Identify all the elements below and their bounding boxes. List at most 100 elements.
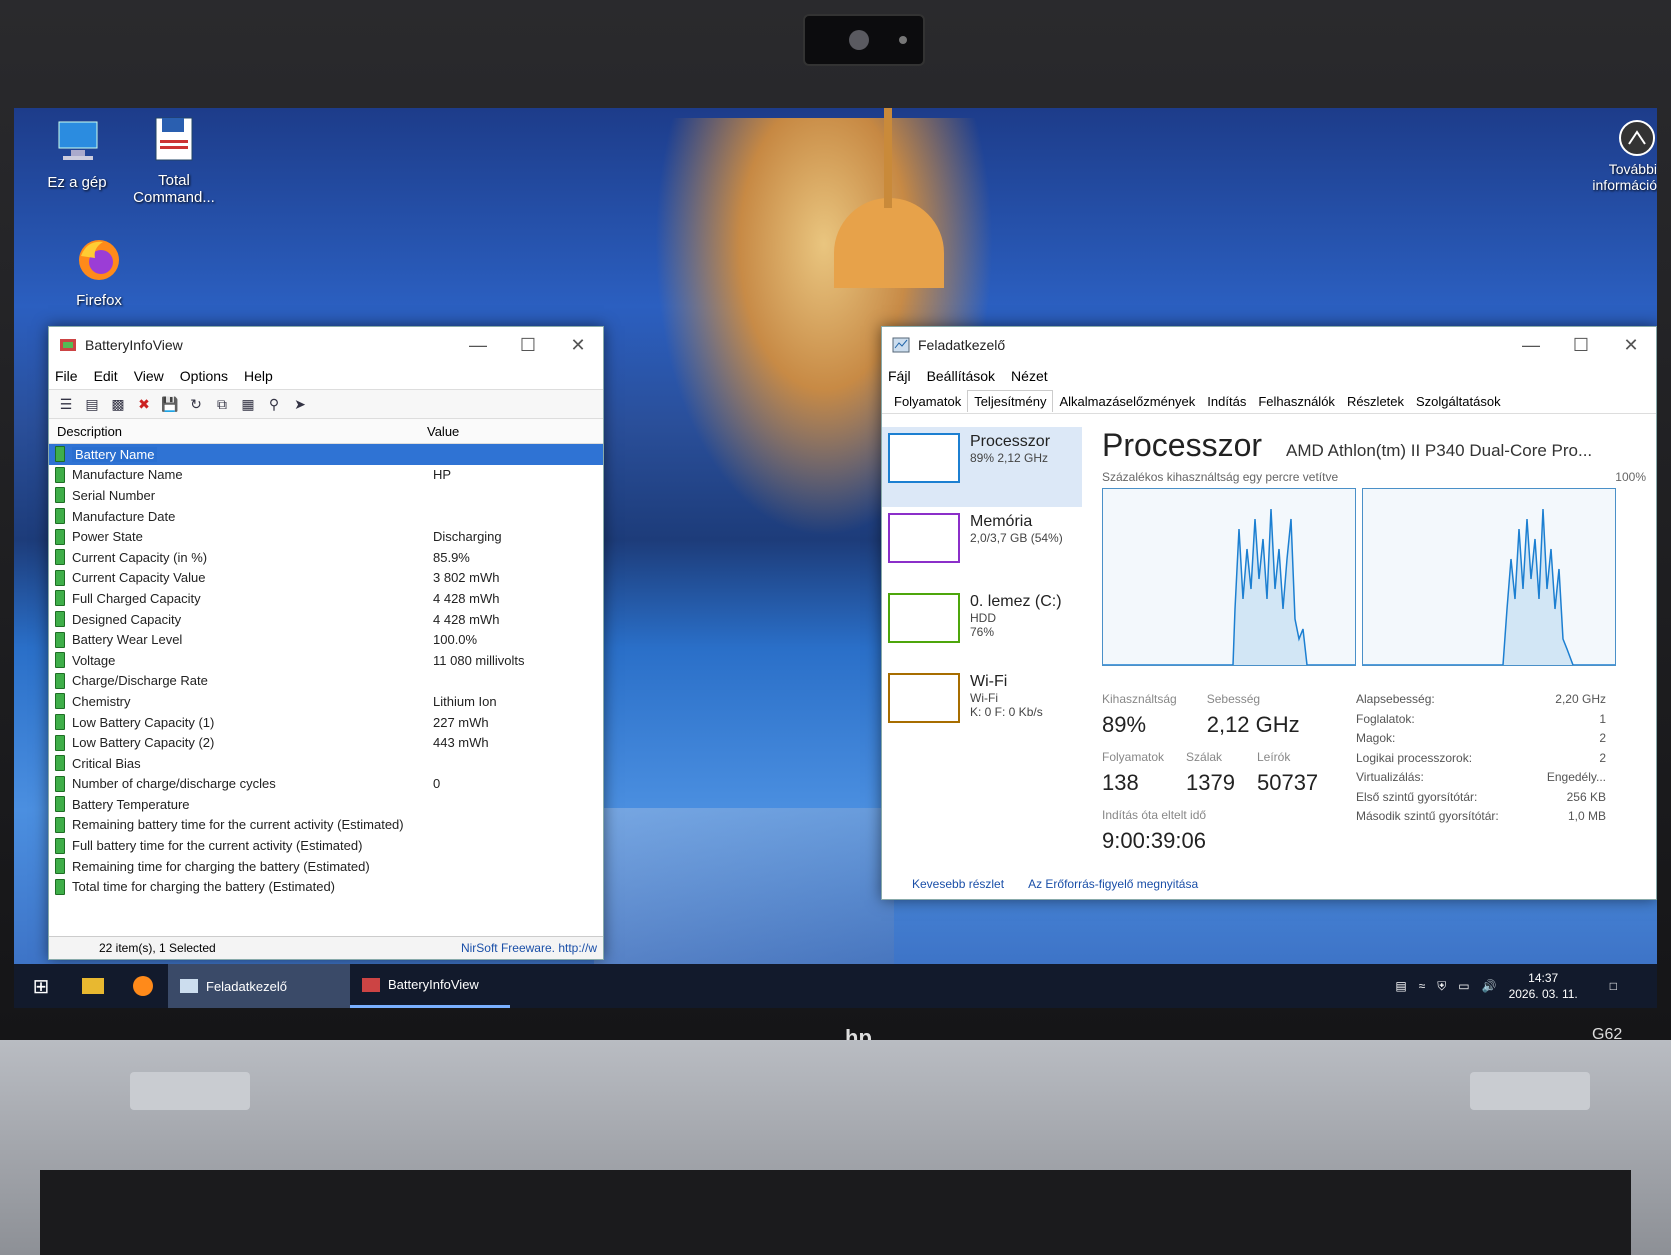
menubar: File Edit View Options Help xyxy=(49,363,603,389)
menu-file[interactable]: Fájl xyxy=(888,368,911,384)
webcam xyxy=(803,14,925,66)
file-explorer-button[interactable] xyxy=(68,964,118,1008)
battery-row[interactable]: Battery Wear Level 100.0% xyxy=(49,629,603,650)
sidebar-sub: Wi-Fi xyxy=(970,691,998,705)
battery-info-icon[interactable]: ▩ xyxy=(109,395,127,413)
tab-services[interactable]: Szolgáltatások xyxy=(1410,391,1507,412)
battery-row[interactable]: Designed Capacity 4 428 mWh xyxy=(49,609,603,630)
battery-row[interactable]: Full battery time for the current activi… xyxy=(49,835,603,856)
delete-icon[interactable]: ✖ xyxy=(135,395,153,413)
taskbar-item-task-manager[interactable]: Feladatkezelő xyxy=(168,964,350,1008)
sidebar-item-memory[interactable]: Memória 2,0/3,7 GB (54%) xyxy=(882,507,1082,587)
exit-icon[interactable]: ➤ xyxy=(291,395,309,413)
battery-row[interactable]: Low Battery Capacity (2) 443 mWh xyxy=(49,732,603,753)
sidebar-item-wifi[interactable]: Wi-Fi Wi-Fi K: 0 F: 0 Kb/s xyxy=(882,667,1082,747)
menu-settings[interactable]: Beállítások xyxy=(927,368,995,384)
battery-row[interactable]: Power State Discharging xyxy=(49,526,603,547)
refresh-icon[interactable]: ↻ xyxy=(187,395,205,413)
battery-row[interactable]: Number of charge/discharge cycles 0 xyxy=(49,774,603,795)
battery-row[interactable]: Current Capacity Value 3 802 mWh xyxy=(49,568,603,589)
firefox-taskbar-button[interactable] xyxy=(118,964,168,1008)
battery-row[interactable]: Remaining time for charging the battery … xyxy=(49,856,603,877)
battery-row[interactable]: Chemistry Lithium Ion xyxy=(49,691,603,712)
tab-performance[interactable]: Teljesítmény xyxy=(967,390,1054,412)
battery-row[interactable]: Total time for charging the battery (Est… xyxy=(49,876,603,897)
resource-monitor-link[interactable]: Az Erőforrás-figyelő megnyitása xyxy=(1028,877,1198,891)
close-button[interactable]: ✕ xyxy=(553,335,603,356)
tab-strip: Folyamatok Teljesítmény Alkalmazáselőzmé… xyxy=(882,389,1656,414)
sidebar-name: Wi-Fi xyxy=(970,673,1008,690)
detail-value: 2,20 GHz xyxy=(1555,692,1606,706)
volume-icon[interactable]: 🔊 xyxy=(1482,979,1497,993)
row-description: Manufacture Date xyxy=(72,508,176,524)
taskbar-item-batteryinfoview[interactable]: BatteryInfoView xyxy=(350,964,510,1008)
battery-row[interactable]: Manufacture Date xyxy=(49,506,603,527)
battery-row[interactable]: Full Charged Capacity 4 428 mWh xyxy=(49,588,603,609)
menu-edit[interactable]: Edit xyxy=(94,368,118,384)
battery-row[interactable]: Battery Name xyxy=(49,444,603,465)
maximize-button[interactable]: ☐ xyxy=(503,335,553,356)
menu-view[interactable]: View xyxy=(134,368,164,384)
security-shield-icon[interactable]: ⛨ xyxy=(1437,979,1446,994)
desktop-icon-firefox[interactable]: Firefox xyxy=(54,236,144,309)
maximize-button[interactable]: ☐ xyxy=(1556,335,1606,356)
disk-mini-graph xyxy=(888,593,960,643)
battery-row[interactable]: Manufacture Name HP xyxy=(49,465,603,486)
sidebar-item-cpu[interactable]: Processzor 89% 2,12 GHz xyxy=(882,427,1082,507)
battery-row[interactable]: Critical Bias xyxy=(49,753,603,774)
wifi-icon[interactable]: ≈ xyxy=(1419,979,1426,993)
battery-row[interactable]: Current Capacity (in %) 85.9% xyxy=(49,547,603,568)
battery-row[interactable]: Battery Temperature xyxy=(49,794,603,815)
sidebar-item-disk[interactable]: 0. lemez (C:) HDD 76% xyxy=(882,587,1082,667)
clock[interactable]: 14:37 2026. 03. 11. xyxy=(1509,970,1578,1002)
tab-processes[interactable]: Folyamatok xyxy=(888,391,967,412)
fewer-details-link[interactable]: Kevesebb részlet xyxy=(912,877,1004,891)
minimize-button[interactable]: — xyxy=(453,335,503,356)
column-description[interactable]: Description xyxy=(49,424,427,439)
battery-row[interactable]: Charge/Discharge Rate xyxy=(49,671,603,692)
close-button[interactable]: ✕ xyxy=(1606,335,1656,356)
tab-details[interactable]: Részletek xyxy=(1341,391,1410,412)
row-description: Current Capacity (in %) xyxy=(72,549,208,565)
task-manager-footer: Kevesebb részlet Az Erőforrás-figyelő me… xyxy=(912,877,1198,891)
menu-view[interactable]: Nézet xyxy=(1011,368,1048,384)
list-header: Description Value xyxy=(49,419,603,444)
column-value[interactable]: Value xyxy=(427,424,459,439)
detail-key: Foglalatok: xyxy=(1356,711,1415,726)
tab-app-history[interactable]: Alkalmazáselőzmények xyxy=(1053,391,1201,412)
task-manager-titlebar[interactable]: Feladatkezelő — ☐ ✕ xyxy=(882,327,1656,363)
battery-row[interactable]: Serial Number xyxy=(49,485,603,506)
notification-icon[interactable]: □ xyxy=(1610,979,1617,993)
start-button[interactable]: ⊞ xyxy=(14,964,68,1008)
nirsoft-link[interactable]: NirSoft Freeware. http://w xyxy=(461,941,603,955)
batteryinfoview-titlebar[interactable]: BatteryInfoView — ☐ ✕ xyxy=(49,327,603,363)
menu-options[interactable]: Options xyxy=(180,368,228,384)
battery-row[interactable]: Remaining battery time for the current a… xyxy=(49,815,603,836)
task-manager-window[interactable]: Feladatkezelő — ☐ ✕ Fájl Beállítások Néz… xyxy=(881,326,1657,900)
list-view-icon[interactable]: ☰ xyxy=(57,395,75,413)
tab-users[interactable]: Felhasználók xyxy=(1252,391,1341,412)
tab-startup[interactable]: Indítás xyxy=(1201,391,1252,412)
batteryinfoview-window[interactable]: BatteryInfoView — ☐ ✕ File Edit View Opt… xyxy=(48,326,604,960)
details-view-icon[interactable]: ▤ xyxy=(83,395,101,413)
desktop-icon-total-commander[interactable]: Total Command... xyxy=(129,116,219,206)
storage-icon[interactable]: ▤ xyxy=(1395,979,1406,993)
graph-caption: Százalékos kihasználtság egy percre vetí… xyxy=(1102,470,1339,484)
battery-icon xyxy=(55,631,65,648)
desktop-icon-this-pc[interactable]: Ez a gép xyxy=(32,118,122,191)
minimize-button[interactable]: — xyxy=(1506,335,1556,356)
desktop-icon-label: Total Command... xyxy=(133,172,215,206)
detail-key: Magok: xyxy=(1356,731,1396,745)
menu-file[interactable]: File xyxy=(55,368,78,384)
battery-icon[interactable]: ▭ xyxy=(1458,979,1469,993)
spotlight-info[interactable]: További információ xyxy=(1587,118,1657,193)
battery-row[interactable]: Voltage 11 080 millivolts xyxy=(49,650,603,671)
battery-row[interactable]: Low Battery Capacity (1) 227 mWh xyxy=(49,712,603,733)
properties-icon[interactable]: ▦ xyxy=(239,395,257,413)
menu-help[interactable]: Help xyxy=(244,368,273,384)
row-description: Full battery time for the current activi… xyxy=(72,838,363,854)
find-icon[interactable]: ⚲ xyxy=(265,395,283,413)
copy-icon[interactable]: ⧉ xyxy=(213,395,231,413)
uptime-label: Indítás óta eltelt idő xyxy=(1102,808,1207,822)
save-icon[interactable]: 💾 xyxy=(161,395,179,413)
